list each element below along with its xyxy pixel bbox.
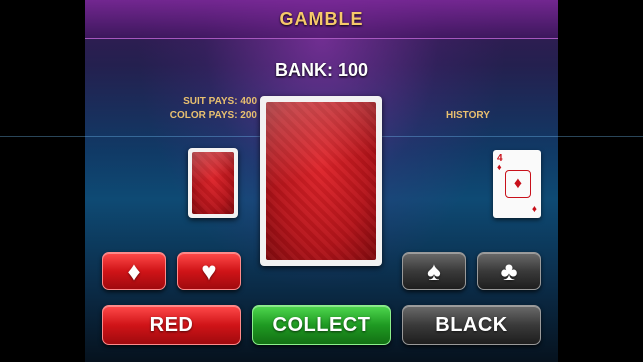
suit-pays-label: SUIT PAYS: 400 [183, 96, 257, 107]
club-suit-button[interactable]: ♣ [477, 252, 541, 290]
card-back-pattern [266, 102, 376, 260]
black-button-label: BLACK [435, 313, 508, 336]
spade-icon: ♠ [427, 256, 441, 286]
collect-button-label: COLLECT [272, 313, 371, 336]
black-button[interactable]: BLACK [402, 305, 541, 345]
heart-icon: ♥ [201, 256, 217, 286]
diamond-icon: ♦ [531, 204, 537, 215]
right-letterbox [558, 0, 643, 362]
history-label: HISTORY [446, 110, 490, 121]
history-card: 4 ♦ ♦ ♦ [493, 150, 541, 218]
diamond-suit-button[interactable]: ♦ [102, 252, 166, 290]
payout-info: SUIT PAYS: 400 COLOR PAYS: 200 [170, 95, 257, 123]
card-back-pattern [192, 152, 234, 214]
diamond-icon: ♦ [497, 162, 502, 172]
club-icon: ♣ [500, 256, 518, 286]
color-pays-label: COLOR PAYS: 200 [169, 110, 257, 121]
red-button[interactable]: RED [102, 305, 241, 345]
heart-suit-button[interactable]: ♥ [177, 252, 241, 290]
bank-label: BANK: 100 [274, 60, 369, 80]
diamond-icon: ♦ [505, 170, 531, 198]
deck-card [188, 148, 238, 218]
red-button-label: RED [149, 313, 194, 336]
left-letterbox [0, 0, 85, 362]
game-screen: GAMBLE BANK: 100 SUIT PAYS: 400 COLOR PA… [0, 0, 643, 362]
title-bar: GAMBLE [85, 0, 558, 39]
page-title: GAMBLE [279, 8, 364, 29]
diamond-icon: ♦ [127, 256, 141, 286]
collect-button[interactable]: COLLECT [252, 305, 391, 345]
spade-suit-button[interactable]: ♠ [402, 252, 466, 290]
main-card-face-down[interactable] [260, 96, 382, 266]
